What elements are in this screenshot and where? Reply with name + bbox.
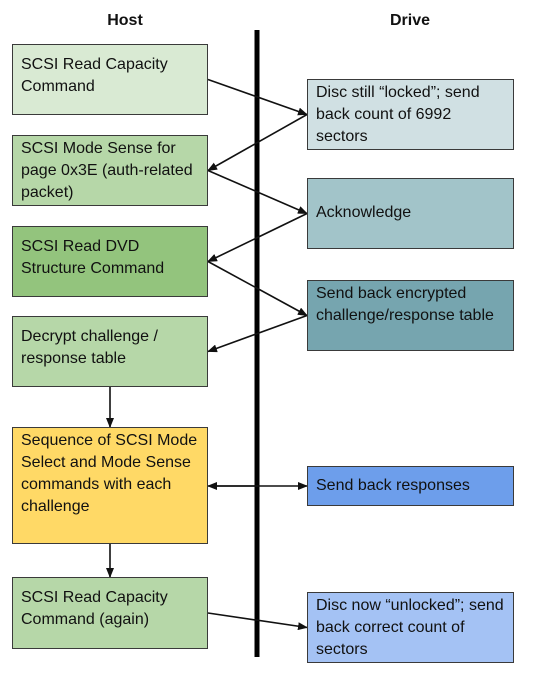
host-step-text: SCSI Read DVD Structure Command	[21, 238, 165, 277]
drive-step-encrypted-table: Send back encrypted challenge/response t…	[307, 280, 514, 351]
host-step-read-dvd-structure: SCSI Read DVD Structure Command	[12, 226, 208, 297]
host-step-read-capacity-again: SCSI Read Capacity Command (again)	[12, 577, 208, 649]
drive-step-text: Disc still “locked”; send back count of …	[316, 84, 480, 145]
drive-step-text: Disc now “unlocked”; send back correct c…	[316, 597, 504, 658]
host-step-text: Decrypt challenge / response table	[21, 328, 158, 367]
drive-step-unlocked: Disc now “unlocked”; send back correct c…	[307, 592, 514, 663]
drive-step-text: Send back responses	[316, 477, 470, 494]
drive-step-text: Send back encrypted challenge/response t…	[316, 285, 494, 324]
host-step-decrypt: Decrypt challenge / response table	[12, 316, 208, 387]
host-step-mode-select-sequence: Sequence of SCSI Mode Select and Mode Se…	[12, 427, 208, 544]
host-step-mode-sense: SCSI Mode Sense for page 0x3E (auth-rela…	[12, 135, 208, 206]
host-step-text: SCSI Read Capacity Command (again)	[21, 589, 168, 628]
drive-step-acknowledge: Acknowledge	[307, 178, 514, 249]
drive-step-locked: Disc still “locked”; send back count of …	[307, 79, 514, 150]
host-step-read-capacity: SCSI Read Capacity Command	[12, 44, 208, 115]
host-step-text: SCSI Read Capacity Command	[21, 56, 168, 95]
drive-step-text: Acknowledge	[316, 204, 412, 221]
host-step-text: Sequence of SCSI Mode Select and Mode Se…	[21, 432, 198, 515]
drive-step-send-responses: Send back responses	[307, 466, 514, 506]
host-step-text: SCSI Mode Sense for page 0x3E (auth-rela…	[21, 140, 193, 201]
